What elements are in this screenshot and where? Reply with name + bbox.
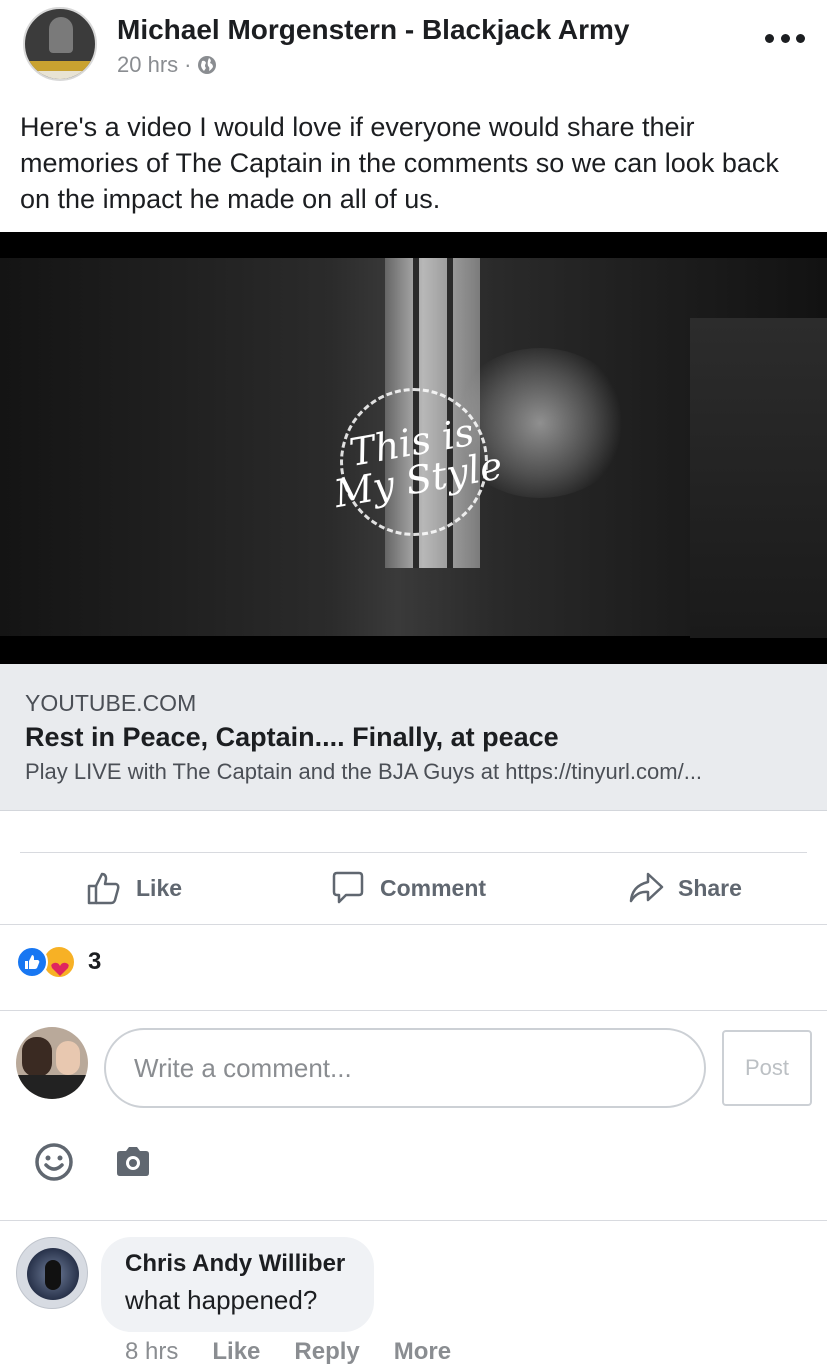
post-meta: 20 hrs · — [117, 52, 217, 78]
divider — [0, 1220, 827, 1221]
current-user-avatar — [16, 1027, 88, 1099]
link-domain: YOUTUBE.COM — [25, 690, 197, 716]
video-player[interactable]: This is My Style — [0, 232, 827, 664]
comment-button[interactable]: Comment — [330, 862, 486, 914]
link-description: Play LIVE with The Captain and the BJA G… — [25, 759, 703, 784]
globe-icon — [198, 56, 217, 74]
comment-like-button[interactable]: Like — [212, 1338, 260, 1366]
reactions-summary[interactable]: 3 — [16, 942, 101, 982]
comment-label: Comment — [380, 874, 487, 901]
meta-separator: · — [184, 52, 192, 77]
share-button[interactable]: Share — [628, 862, 742, 914]
video-thumbnail: This is My Style — [0, 258, 827, 638]
post-button[interactable]: Post — [722, 1030, 812, 1106]
divider — [0, 1010, 827, 1011]
link-title: Rest in Peace, Captain.... Finally, at p… — [25, 722, 559, 752]
like-icon — [87, 872, 120, 905]
like-reaction-icon — [16, 946, 48, 978]
cabinet-shape — [690, 318, 827, 638]
author-name[interactable]: Michael Morgenstern - Blackjack Army — [117, 14, 629, 46]
author-avatar[interactable] — [23, 7, 97, 81]
link-preview[interactable]: YOUTUBE.COM Rest in Peace, Captain.... F… — [0, 664, 827, 811]
more-icon[interactable] — [765, 26, 805, 50]
action-bar: Like Comment Share — [0, 862, 827, 914]
post-text: Here's a video I would love if everyone … — [20, 112, 779, 214]
like-label: Like — [136, 874, 183, 901]
share-label: Share — [678, 874, 742, 901]
divider — [20, 852, 807, 853]
post-header: Michael Morgenstern - Blackjack Army 20 … — [0, 0, 827, 100]
post-time[interactable]: 20 hrs — [117, 52, 178, 78]
comment-input[interactable] — [104, 1028, 706, 1108]
camera-icon[interactable] — [114, 1144, 152, 1180]
like-button[interactable]: Like — [86, 862, 182, 914]
comment-icon — [332, 871, 364, 904]
comment-bubble: Chris Andy Williber what happened? — [101, 1237, 374, 1332]
comment-reply-button[interactable]: Reply — [294, 1338, 359, 1366]
comment-meta: 8 hrs Like Reply More — [125, 1338, 485, 1366]
divider — [0, 924, 827, 925]
comment-text: what happened? — [125, 1285, 318, 1315]
reaction-count: 3 — [88, 948, 102, 975]
comment-author[interactable]: Chris Andy Williber — [125, 1250, 345, 1278]
share-icon — [629, 872, 664, 903]
emoji-icon[interactable] — [34, 1142, 74, 1182]
comment-time[interactable]: 8 hrs — [125, 1338, 178, 1366]
comment-more-button[interactable]: More — [394, 1338, 451, 1366]
commenter-avatar[interactable] — [16, 1237, 88, 1309]
